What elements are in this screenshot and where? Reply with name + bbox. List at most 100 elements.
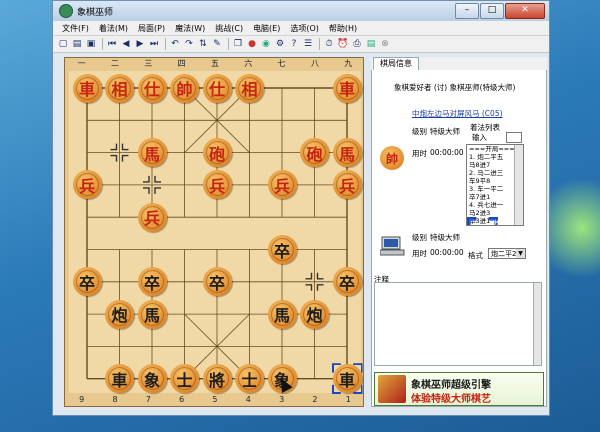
black-piece[interactable]: 炮 xyxy=(105,299,134,329)
black-piece[interactable]: 將 xyxy=(202,364,232,394)
chess-board[interactable]: 一二三四五六七八九 車相仕帥仕相車馬砲砲馬兵兵兵兵兵卒卒卒卒卒炮馬馬炮車象士將士… xyxy=(64,57,364,407)
red-piece[interactable]: 車 xyxy=(72,73,102,103)
toolbar: ▢ ▤ ▣ ⏮ ◀ ▶ ⏭ ↶ ↷ ⇅ ✎ ❐ ● ◉ ⚙ ? ☰ ⏱ ⏰ ⎙ … xyxy=(53,36,549,53)
open-icon[interactable]: ▤ xyxy=(71,38,83,50)
black-piece[interactable]: 炮 xyxy=(300,299,329,329)
red-piece[interactable]: 砲 xyxy=(202,138,232,168)
menu-bar: 文件(F) 着法(M) 局面(P) 魔法(W) 挑战(C) 电脑(E) 选项(O) 帮助(H) xyxy=(53,21,549,36)
red-piece[interactable]: 兵 xyxy=(332,170,362,200)
note-textarea[interactable] xyxy=(374,282,542,366)
first-move-icon[interactable]: ⏮ xyxy=(106,38,118,50)
red-piece[interactable]: 兵 xyxy=(202,170,232,200)
opening-link[interactable]: 中炮左边马对屏风马 (C05) xyxy=(412,108,503,119)
red-piece[interactable]: 仕 xyxy=(202,73,232,103)
black-piece[interactable]: 馬 xyxy=(267,299,297,329)
options-icon[interactable]: ☰ xyxy=(302,38,314,50)
edit-icon[interactable]: ✎ xyxy=(211,38,223,50)
red-piece[interactable]: 馬 xyxy=(137,138,167,168)
piece-label: 卒 xyxy=(143,273,160,293)
black-piece[interactable]: 馬 xyxy=(137,299,167,329)
black-level: 特级大师 xyxy=(430,233,460,242)
black-piece[interactable]: 卒 xyxy=(267,235,297,264)
app-icon xyxy=(59,4,73,18)
title-bar[interactable]: 象棋巫师 – □ ✕ xyxy=(53,1,549,21)
hint-icon[interactable]: ? xyxy=(288,38,300,50)
red-time-label: 用时 xyxy=(412,149,427,158)
tab-game-info[interactable]: 棋局信息 xyxy=(373,57,419,70)
menu-item-7[interactable]: 帮助(H) xyxy=(324,23,362,34)
red-piece[interactable]: 車 xyxy=(332,73,362,103)
maximize-button[interactable]: □ xyxy=(480,3,504,19)
new-game-icon[interactable]: ▢ xyxy=(57,38,69,50)
clock-icon[interactable]: ⏰ xyxy=(337,38,349,50)
computer-player-icon xyxy=(380,236,405,256)
chevron-down-icon: ▼ xyxy=(516,249,525,258)
piece-label: 兵 xyxy=(143,209,160,229)
red-piece[interactable]: 帥 xyxy=(170,73,199,103)
red-piece[interactable]: 仕 xyxy=(137,73,167,103)
menu-item-1[interactable]: 着法(M) xyxy=(94,23,133,34)
red-piece[interactable]: 相 xyxy=(105,73,134,103)
red-player-avatar: 帥 xyxy=(380,146,404,170)
red-piece[interactable]: 兵 xyxy=(267,170,297,200)
format-select[interactable]: 炮二平2 ▼ xyxy=(488,248,526,259)
menu-item-4[interactable]: 挑战(C) xyxy=(210,23,248,34)
close-button[interactable]: ✕ xyxy=(505,3,545,19)
timer-icon[interactable]: ⏱ xyxy=(323,38,335,50)
banner-line-2: 体验特级大师棋艺 xyxy=(411,394,491,405)
file-label-top-4: 五 xyxy=(210,59,219,68)
red-piece[interactable]: 砲 xyxy=(300,138,329,168)
note-scrollbar[interactable] xyxy=(533,283,541,365)
analyze-icon[interactable]: ⚙ xyxy=(274,38,286,50)
file-label-bottom-6: 3 xyxy=(279,395,285,404)
menu-item-0[interactable]: 文件(F) xyxy=(57,23,94,34)
engine-icon[interactable]: ◉ xyxy=(260,38,272,50)
menu-item-3[interactable]: 魔法(W) xyxy=(170,23,210,34)
black-piece[interactable]: 卒 xyxy=(202,267,232,297)
promo-banner[interactable]: 象棋巫师超级引擎 体验特级大师棋艺 xyxy=(374,372,544,406)
print-icon[interactable]: ⎙ xyxy=(351,38,363,50)
move-list-scrollbar[interactable] xyxy=(514,145,523,225)
file-label-bottom-7: 2 xyxy=(312,395,318,404)
save-icon[interactable]: ▣ xyxy=(85,38,97,50)
black-piece[interactable]: 車 xyxy=(332,364,362,394)
red-piece[interactable]: 兵 xyxy=(137,202,167,232)
stop-icon[interactable]: ⊗ xyxy=(379,38,391,50)
black-piece[interactable]: 士 xyxy=(235,364,264,394)
color-icon[interactable]: ● xyxy=(246,38,258,50)
black-piece[interactable]: 卒 xyxy=(137,267,167,297)
file-label-top-6: 七 xyxy=(277,59,286,68)
black-piece[interactable]: 象 xyxy=(137,364,167,394)
toolbar-separator xyxy=(319,38,320,50)
red-piece[interactable]: 兵 xyxy=(72,170,102,200)
black-piece[interactable]: 士 xyxy=(170,364,199,394)
black-piece[interactable]: 卒 xyxy=(332,267,362,297)
flip-icon[interactable]: ⇅ xyxy=(197,38,209,50)
menu-item-2[interactable]: 局面(P) xyxy=(133,23,170,34)
black-piece[interactable]: 車 xyxy=(105,364,134,394)
minimize-button[interactable]: – xyxy=(455,3,479,19)
move-input[interactable] xyxy=(506,132,522,143)
menu-item-5[interactable]: 电脑(E) xyxy=(248,23,285,34)
black-piece[interactable]: 卒 xyxy=(72,267,102,297)
copy-icon[interactable]: ❐ xyxy=(232,38,244,50)
screen-icon[interactable]: ▤ xyxy=(365,38,377,50)
piece-label: 兵 xyxy=(78,176,95,196)
piece-label: 仕 xyxy=(208,80,225,99)
move-list[interactable]: ===开局=== 1. 炮二平五 马8进7 2. 马二进三 车9平8 3. 车一平二 … xyxy=(466,144,524,226)
piece-label: 將 xyxy=(208,370,225,390)
last-move-icon[interactable]: ⏭ xyxy=(148,38,160,50)
red-piece[interactable]: 相 xyxy=(235,73,264,103)
redo-icon[interactable]: ↷ xyxy=(183,38,195,50)
format-label: 格式 xyxy=(468,251,483,260)
piece-label: 馬 xyxy=(338,144,355,164)
piece-label: 車 xyxy=(111,370,128,390)
prev-move-icon[interactable]: ◀ xyxy=(120,38,132,50)
next-move-icon[interactable]: ▶ xyxy=(134,38,146,50)
file-label-bottom-8: 1 xyxy=(345,395,351,404)
input-label: 输入 xyxy=(472,133,487,142)
piece-label: 兵 xyxy=(273,176,290,196)
menu-item-6[interactable]: 选项(O) xyxy=(285,23,324,34)
undo-icon[interactable]: ↶ xyxy=(169,38,181,50)
red-piece[interactable]: 馬 xyxy=(332,138,362,168)
